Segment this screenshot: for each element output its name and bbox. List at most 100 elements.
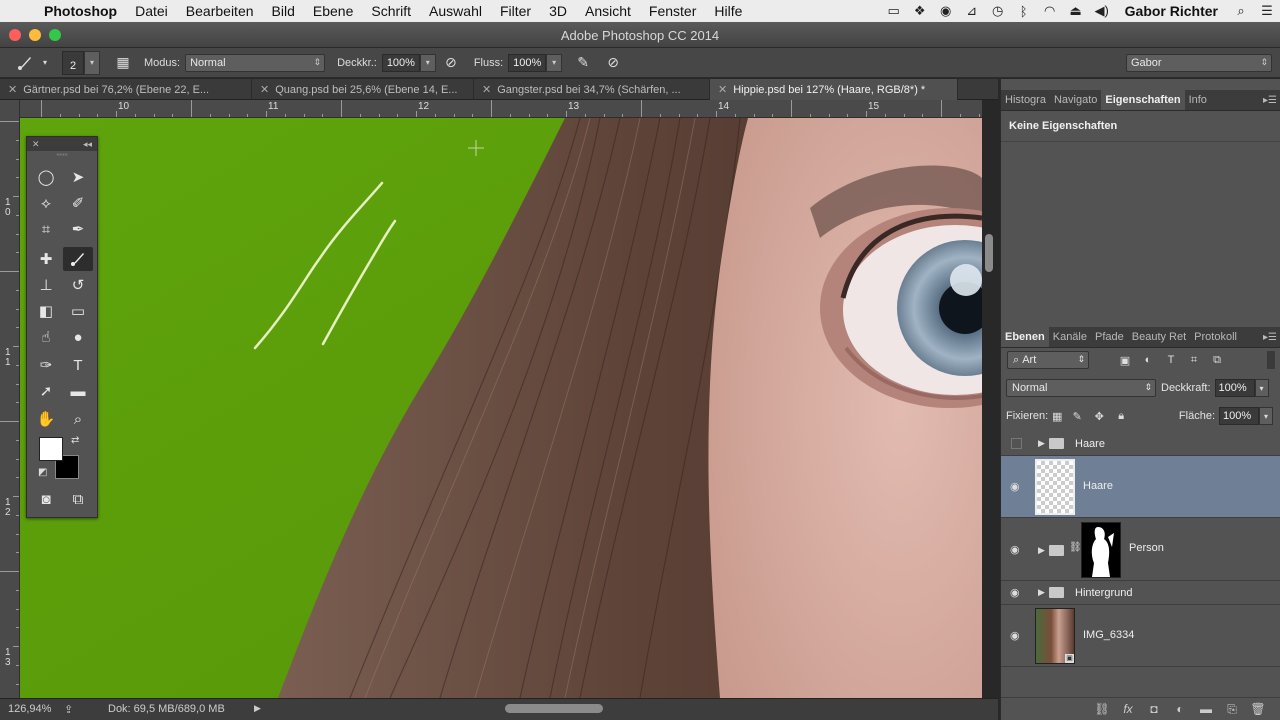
add-mask-icon[interactable]: ◘ [1141, 702, 1167, 716]
filter-smart-object-icon[interactable]: ⧉ [1207, 351, 1227, 369]
history-brush-tool-icon[interactable]: ↺ [63, 273, 93, 297]
layer-opacity-dropdown[interactable]: ▾ [1254, 379, 1269, 397]
vertical-scroll-track[interactable] [982, 118, 998, 698]
hand-tool-icon[interactable]: ✋ [31, 407, 61, 431]
doc-tab-hippie[interactable]: ✕ Hippie.psd bei 127% (Haare, RGB/8*) * [710, 79, 958, 100]
status-menu-arrow-icon[interactable]: ▶ [254, 703, 261, 714]
polygon-lasso-tool-icon[interactable]: ⟡ [31, 191, 61, 215]
expand-triangle-icon[interactable]: ▶ [1038, 587, 1045, 598]
menu-filter[interactable]: Filter [491, 3, 540, 19]
airplay-icon[interactable]: ⊿ [959, 0, 985, 22]
vertical-scrollbar-thumb[interactable] [985, 234, 993, 272]
pressure-size-icon[interactable]: ⊘ [602, 52, 624, 74]
close-icon[interactable]: ✕ [32, 139, 40, 150]
menu-fenster[interactable]: Fenster [640, 3, 705, 19]
mode-select[interactable]: Normal ⇕ [185, 53, 326, 72]
menu-app[interactable]: Photoshop [40, 3, 126, 19]
filter-type-icon[interactable]: T [1161, 351, 1181, 369]
layer-style-icon[interactable]: fx [1115, 702, 1141, 716]
spotlight-icon[interactable]: ⌕ [1228, 0, 1254, 22]
horizontal-scrollbar-thumb[interactable] [505, 704, 603, 713]
screen-mode-icon[interactable]: ⧉ [63, 487, 93, 511]
layer-row-haare[interactable]: ◉ Haare [1001, 456, 1280, 518]
eyedropper-tool-icon[interactable]: ✒ [63, 217, 93, 241]
close-tab-icon[interactable]: ✕ [482, 83, 491, 96]
brush-size-dropdown[interactable]: ▾ [84, 50, 100, 75]
visibility-toggle-off[interactable] [1011, 438, 1022, 449]
filter-adjustment-icon[interactable]: ◐ [1138, 351, 1158, 369]
tab-histogram[interactable]: Histogra [1001, 89, 1050, 110]
tab-layers[interactable]: Ebenen [1001, 326, 1049, 347]
menu-3d[interactable]: 3D [540, 3, 576, 19]
tab-beauty-retouch[interactable]: Beauty Ret [1128, 326, 1190, 347]
panel-grip-icon[interactable]: ▪▪▪▪ [27, 151, 97, 159]
evernote-icon[interactable]: ◉ [933, 0, 959, 22]
collapse-icon[interactable]: ◂◂ [83, 139, 92, 150]
layer-name[interactable]: Person [1129, 542, 1164, 554]
gradient-tool-icon[interactable]: ▭ [63, 299, 93, 323]
menu-schrift[interactable]: Schrift [362, 3, 420, 19]
tools-panel-header[interactable]: ✕ ◂◂ [27, 137, 97, 151]
dodge-tool-icon[interactable]: ● [63, 325, 93, 349]
display-icon[interactable]: ▭ [881, 0, 907, 22]
share-icon[interactable]: ⇪ [64, 703, 73, 716]
filter-toggle-switch[interactable] [1267, 351, 1275, 369]
layer-row-hintergrund[interactable]: ◉ ▶ Hintergrund [1001, 581, 1280, 605]
quick-selection-tool-icon[interactable]: ✐ [63, 191, 93, 215]
bluetooth-icon[interactable]: ᛒ [1011, 0, 1037, 22]
eye-icon[interactable]: ◉ [1010, 543, 1020, 556]
delete-layer-icon[interactable]: 🗑︎ [1245, 702, 1271, 716]
doc-tab-quang[interactable]: ✕ Quang.psd bei 25,6% (Ebene 14, E... [252, 79, 474, 100]
layer-name[interactable]: IMG_6334 [1083, 629, 1134, 641]
eject-icon[interactable]: ⏏ [1063, 0, 1089, 22]
menu-datei[interactable]: Datei [126, 3, 177, 19]
healing-brush-tool-icon[interactable]: ✚ [31, 247, 61, 271]
ruler-vertical[interactable]: 1 0 1 1 1 2 1 3 [0, 100, 20, 698]
layer-opacity-field[interactable]: 100% [1214, 379, 1255, 397]
tab-channels[interactable]: Kanäle [1049, 326, 1091, 347]
brush-preset-icon[interactable] [14, 52, 36, 74]
crop-tool-icon[interactable]: ⌗ [31, 217, 61, 241]
filter-pixel-icon[interactable]: ▣ [1115, 351, 1135, 369]
dropbox-icon[interactable]: ❖ [907, 0, 933, 22]
tab-navigator[interactable]: Navigato [1050, 89, 1101, 110]
ellipse-marquee-tool-icon[interactable]: ◯ [31, 165, 61, 189]
type-tool-icon[interactable]: T [63, 353, 93, 377]
pen-tool-icon[interactable]: ✑ [31, 353, 61, 377]
tab-properties[interactable]: Eigenschaften [1101, 89, 1185, 110]
ruler-horizontal[interactable]: 10 11 12 13 14 15 [20, 100, 982, 118]
smudge-tool-icon[interactable]: ☝ [31, 325, 61, 349]
close-tab-icon[interactable]: ✕ [260, 83, 269, 96]
brush-size-field[interactable]: 2 [62, 50, 84, 75]
menu-ansicht[interactable]: Ansicht [576, 3, 640, 19]
close-tab-icon[interactable]: ✕ [718, 83, 727, 96]
wifi-icon[interactable]: ◠ [1037, 0, 1063, 22]
move-tool-icon[interactable]: ➤ [63, 165, 93, 189]
default-colors-icon[interactable]: ◩ [38, 467, 47, 478]
new-layer-icon[interactable]: ⎘ [1219, 702, 1245, 717]
filter-shape-icon[interactable]: ⌗ [1184, 351, 1204, 369]
blend-mode-select[interactable]: Normal ⇕ [1006, 379, 1156, 397]
tab-history[interactable]: Protokoll [1190, 326, 1241, 347]
close-tab-icon[interactable]: ✕ [8, 83, 17, 96]
lock-pixels-icon[interactable]: ✎ [1066, 407, 1088, 425]
tab-paths[interactable]: Pfade [1091, 326, 1128, 347]
layer-name[interactable]: Haare [1075, 438, 1105, 450]
airbrush-icon[interactable]: ✎ [572, 52, 594, 74]
foreground-color-swatch[interactable] [39, 437, 63, 461]
brush-preset-dropdown-icon[interactable]: ▾ [40, 52, 50, 74]
eye-icon[interactable]: ◉ [1010, 586, 1020, 599]
brush-tool-icon[interactable] [63, 247, 93, 271]
layer-name[interactable]: Hintergrund [1075, 587, 1132, 599]
document-canvas[interactable] [20, 118, 982, 698]
mask-link-icon[interactable]: ⛓ [1069, 542, 1082, 553]
panel-menu-icon[interactable]: ▸☰ [1263, 332, 1277, 343]
tab-info[interactable]: Info [1185, 89, 1211, 110]
workspace-select[interactable]: Gabor ⇕ [1126, 53, 1272, 72]
new-group-icon[interactable]: ▬ [1193, 702, 1219, 716]
fill-dropdown[interactable]: ▾ [1259, 407, 1273, 425]
layer-name[interactable]: Haare [1083, 480, 1113, 492]
layer-filter-select[interactable]: ⌕ Art ⇕ [1007, 351, 1089, 369]
menu-bearbeiten[interactable]: Bearbeiten [177, 3, 263, 19]
lock-all-icon[interactable]: 🔒︎ [1110, 407, 1132, 425]
